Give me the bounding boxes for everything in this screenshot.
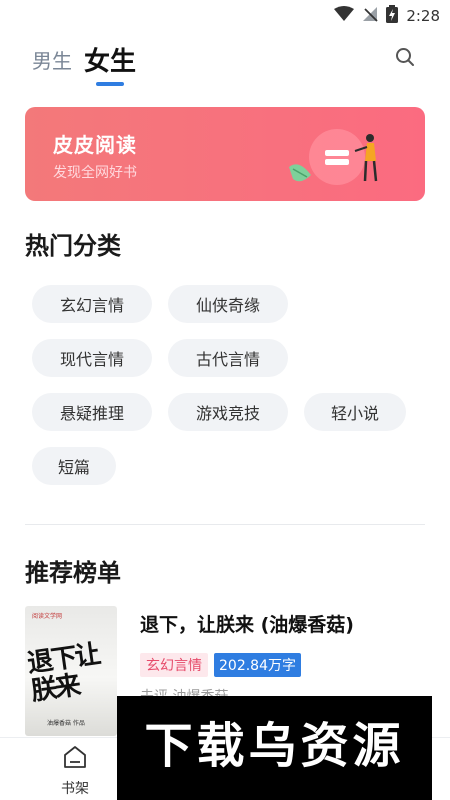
book-cover[interactable]: 阅读文学网 退下让朕来 油爆香菇 作品 <box>25 606 117 736</box>
recommend-title: 推荐榜单 <box>25 559 121 587</box>
watermark-overlay: 下载乌资源 <box>117 696 432 800</box>
banner-subtitle: 发现全网好书 <box>53 165 137 181</box>
status-time: 2:28 <box>406 7 440 25</box>
category-chip[interactable]: 短篇 <box>32 447 116 485</box>
category-chip[interactable]: 古代言情 <box>168 339 288 377</box>
nav-bookshelf[interactable]: 书架 <box>50 744 100 800</box>
category-chip[interactable]: 现代言情 <box>32 339 152 377</box>
category-chip[interactable]: 游戏竞技 <box>168 393 288 431</box>
section-divider <box>25 524 425 525</box>
nav-bookshelf-label: 书架 <box>61 781 89 797</box>
no-signal-icon <box>362 6 378 26</box>
active-tab-indicator <box>96 82 124 86</box>
wifi-icon <box>334 6 355 26</box>
search-button[interactable] <box>394 46 416 68</box>
cover-title: 退下让朕来 <box>25 639 101 707</box>
banner-title: 皮皮阅读 <box>53 133 137 157</box>
search-icon <box>394 48 416 72</box>
book-tags: 玄幻言情 202.84万字 <box>140 653 301 677</box>
top-tabs: 男生 女生 <box>32 38 136 88</box>
book-title[interactable]: 退下，让朕来 (油爆香菇) <box>140 610 354 637</box>
word-count-badge: 202.84万字 <box>214 653 301 677</box>
promo-banner[interactable]: 皮皮阅读 发现全网好书 <box>25 107 425 201</box>
genre-tag: 玄幻言情 <box>140 653 208 677</box>
hot-categories-title: 热门分类 <box>25 232 121 260</box>
cover-author: 油爆香菇 作品 <box>47 720 85 727</box>
battery-charging-icon <box>386 5 399 27</box>
tab-male[interactable]: 男生 <box>32 45 72 88</box>
category-chip[interactable]: 悬疑推理 <box>32 393 152 431</box>
bookshelf-icon <box>62 744 88 774</box>
tab-female-label: 女生 <box>84 47 137 77</box>
category-chip[interactable]: 玄幻言情 <box>32 285 152 323</box>
status-icons: 2:28 <box>334 5 440 27</box>
cover-publisher: 阅读文学网 <box>32 613 63 620</box>
status-bar: 2:28 <box>0 0 450 32</box>
tab-female[interactable]: 女生 <box>84 41 136 88</box>
banner-illustration <box>285 119 395 193</box>
watermark-text: 下载乌资源 <box>144 718 405 774</box>
category-chip[interactable]: 轻小说 <box>304 393 406 431</box>
category-chip[interactable]: 仙侠奇缘 <box>168 285 288 323</box>
